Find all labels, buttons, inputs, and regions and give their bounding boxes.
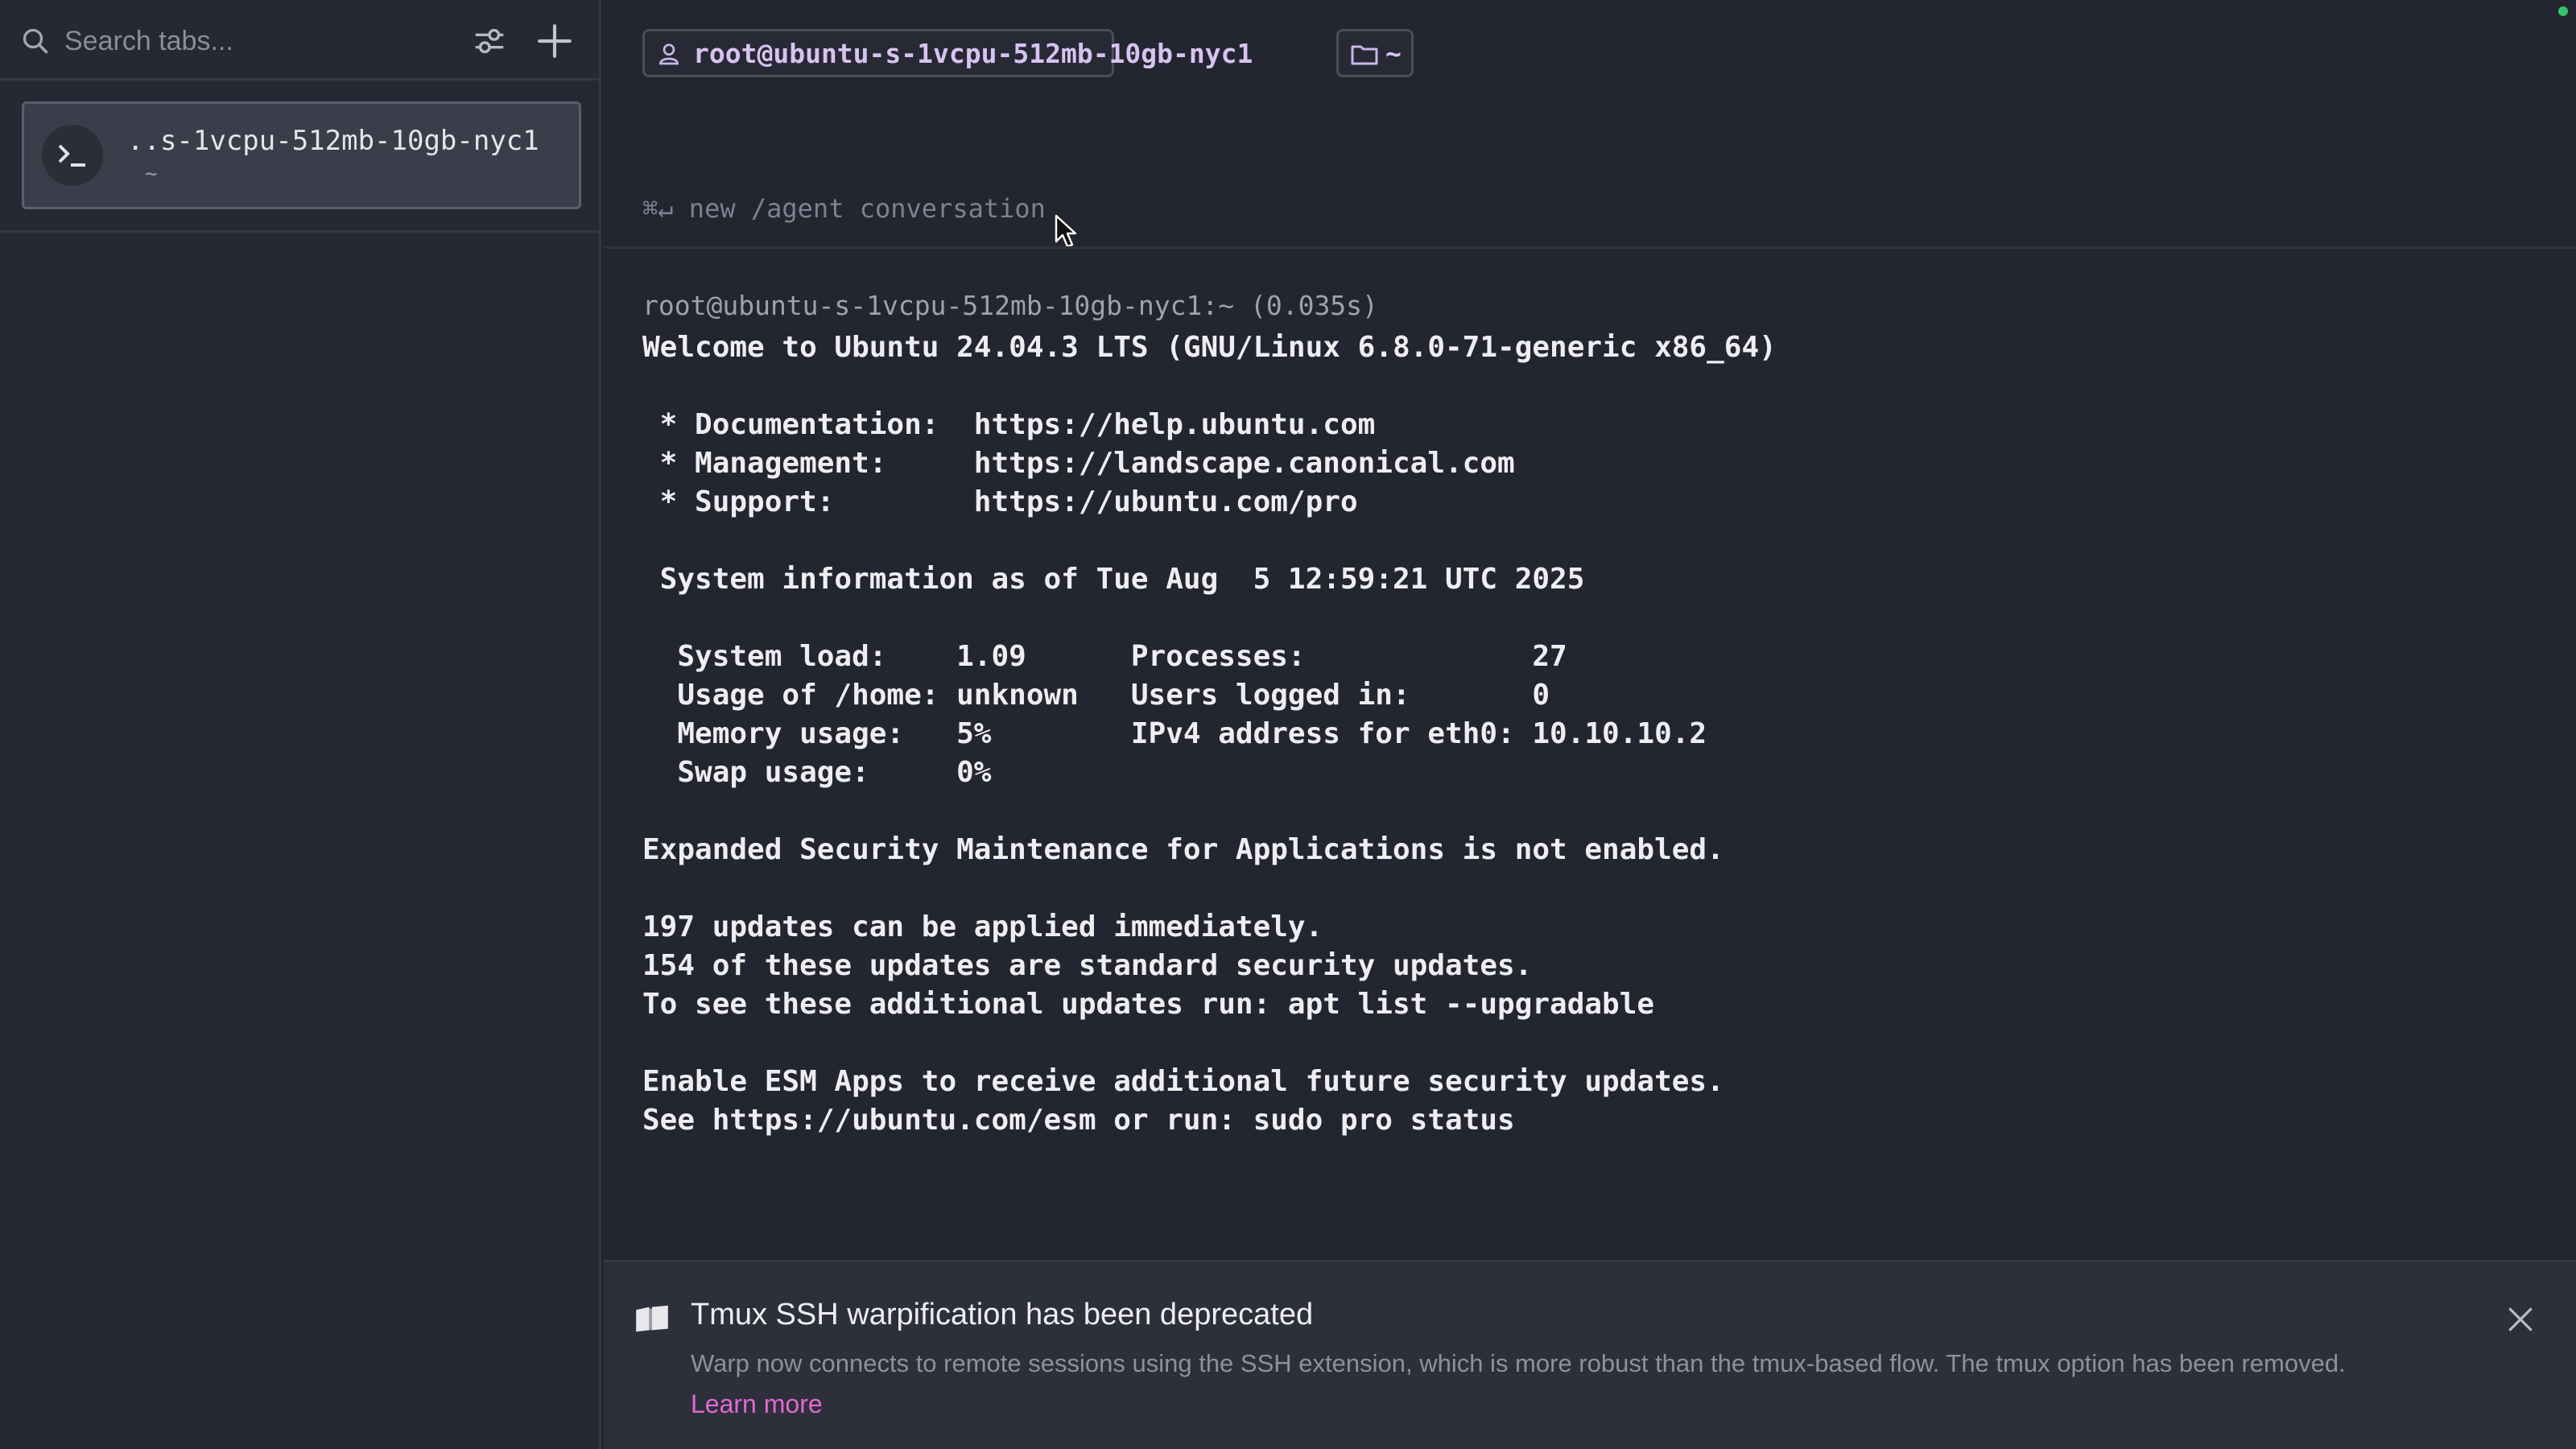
filter-icon[interactable]: [470, 23, 509, 60]
user-host-label: root@ubuntu-s-1vcpu-512mb-10gb-nyc1: [693, 38, 1253, 69]
user-icon: [658, 43, 679, 65]
directory-label: ~: [1385, 38, 1402, 69]
user-host-chip[interactable]: root@ubuntu-s-1vcpu-512mb-10gb-nyc1: [642, 29, 1253, 77]
search-input[interactable]: [63, 18, 436, 64]
mouse-cursor-icon: [1055, 214, 1077, 248]
search-icon: [23, 28, 48, 54]
terminal-icon: [42, 125, 103, 186]
status-indicator: [2558, 6, 2568, 16]
tab-title: ..s-1vcpu-512mb-10gb-nyc1: [127, 125, 539, 157]
folder-icon: [1351, 45, 1378, 65]
learn-more-link[interactable]: Learn more: [691, 1389, 823, 1419]
terminal-pane[interactable]: root@ubuntu-s-1vcpu-512mb-10gb-nyc1 ~ ⌘↵…: [604, 0, 2576, 1449]
sidebar-tab-item[interactable]: ..s-1vcpu-512mb-10gb-nyc1 ~: [22, 101, 581, 209]
terminal-output: Welcome to Ubuntu 24.04.3 LTS (GNU/Linux…: [642, 331, 1777, 1137]
tab-subtitle: ~: [145, 162, 158, 186]
sidebar-divider: [0, 230, 599, 233]
banner-title: Tmux SSH warpification has been deprecat…: [691, 1298, 1314, 1331]
plus-icon[interactable]: [535, 21, 575, 61]
command-prompt: root@ubuntu-s-1vcpu-512mb-10gb-nyc1:~ (0…: [642, 290, 1378, 321]
banner-body: Warp now connects to remote sessions usi…: [691, 1349, 2346, 1377]
block-divider: [604, 246, 2576, 249]
book-icon: [636, 1305, 668, 1332]
deprecation-banner: Tmux SSH warpification has been deprecat…: [604, 1260, 2576, 1449]
directory-chip[interactable]: ~: [1336, 29, 1414, 77]
sidebar: ..s-1vcpu-512mb-10gb-nyc1 ~: [0, 0, 601, 1449]
search-bar: [0, 0, 599, 80]
agent-conversation-hint[interactable]: ⌘↵ new /agent conversation: [642, 193, 1046, 224]
close-icon[interactable]: [2505, 1304, 2536, 1335]
